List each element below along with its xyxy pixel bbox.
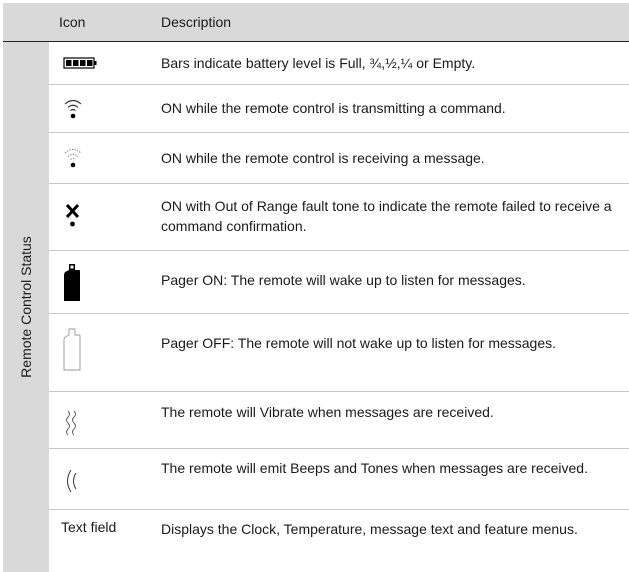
category-label: Remote Control Status (18, 236, 34, 378)
table-row-receive: ON while the remote control is receiving… (49, 133, 629, 184)
icon-cell (49, 314, 153, 391)
receive-icon (64, 149, 82, 168)
row-description: ON while the remote control is transmitt… (161, 100, 506, 116)
pager-off-icon (63, 328, 81, 371)
category-cell: Remote Control Status (3, 42, 49, 572)
table-row-battery: Bars indicate battery level is Full, ¾,½… (49, 42, 629, 85)
row-description: Displays the Clock, Temperature, message… (161, 521, 578, 537)
table-row-transmit: ON while the remote control is transmitt… (49, 85, 629, 133)
row-description: Pager ON: The remote will wake up to lis… (161, 272, 526, 288)
battery-icon (63, 57, 97, 69)
beep-icon (67, 469, 77, 493)
transmit-icon (64, 99, 82, 119)
table-header: Icon Description (3, 3, 629, 42)
row-description: ON with Out of Range fault tone to indic… (161, 198, 612, 234)
table-row-text-field: Text field Displays the Clock, Temperatu… (49, 510, 629, 572)
pager-on-icon (64, 264, 80, 301)
table-row-out-of-range: ON with Out of Range fault tone to indic… (49, 184, 629, 251)
row-description: The remote will emit Beeps and Tones whe… (161, 460, 588, 476)
vibrate-icon (66, 410, 76, 436)
out-of-range-icon (65, 203, 80, 227)
icon-description-table: Icon Description Remote Control Status B… (3, 3, 629, 572)
header-description-column: Description (161, 14, 232, 30)
row-description: ON while the remote control is receiving… (161, 150, 485, 166)
header-icon-column: Icon (59, 14, 86, 30)
row-description: The remote will Vibrate when messages ar… (161, 404, 494, 420)
row-description: Pager OFF: The remote will not wake up t… (161, 335, 557, 351)
icon-cell (49, 449, 153, 509)
icon-cell (49, 251, 153, 313)
icon-cell (49, 133, 153, 183)
table-row-beep: The remote will emit Beeps and Tones whe… (49, 449, 629, 510)
icon-cell (49, 392, 153, 448)
text-field-label: Text field (61, 519, 117, 535)
table-row-pager-on: Pager ON: The remote will wake up to lis… (49, 251, 629, 314)
table-row-vibrate: The remote will Vibrate when messages ar… (49, 392, 629, 449)
icon-cell (49, 85, 153, 132)
icon-cell (49, 184, 153, 250)
table-row-pager-off: Pager OFF: The remote will not wake up t… (49, 314, 629, 392)
icon-cell: Text field (49, 510, 153, 572)
row-description: Bars indicate battery level is Full, ¾,½… (161, 55, 476, 71)
icon-cell (49, 42, 153, 84)
